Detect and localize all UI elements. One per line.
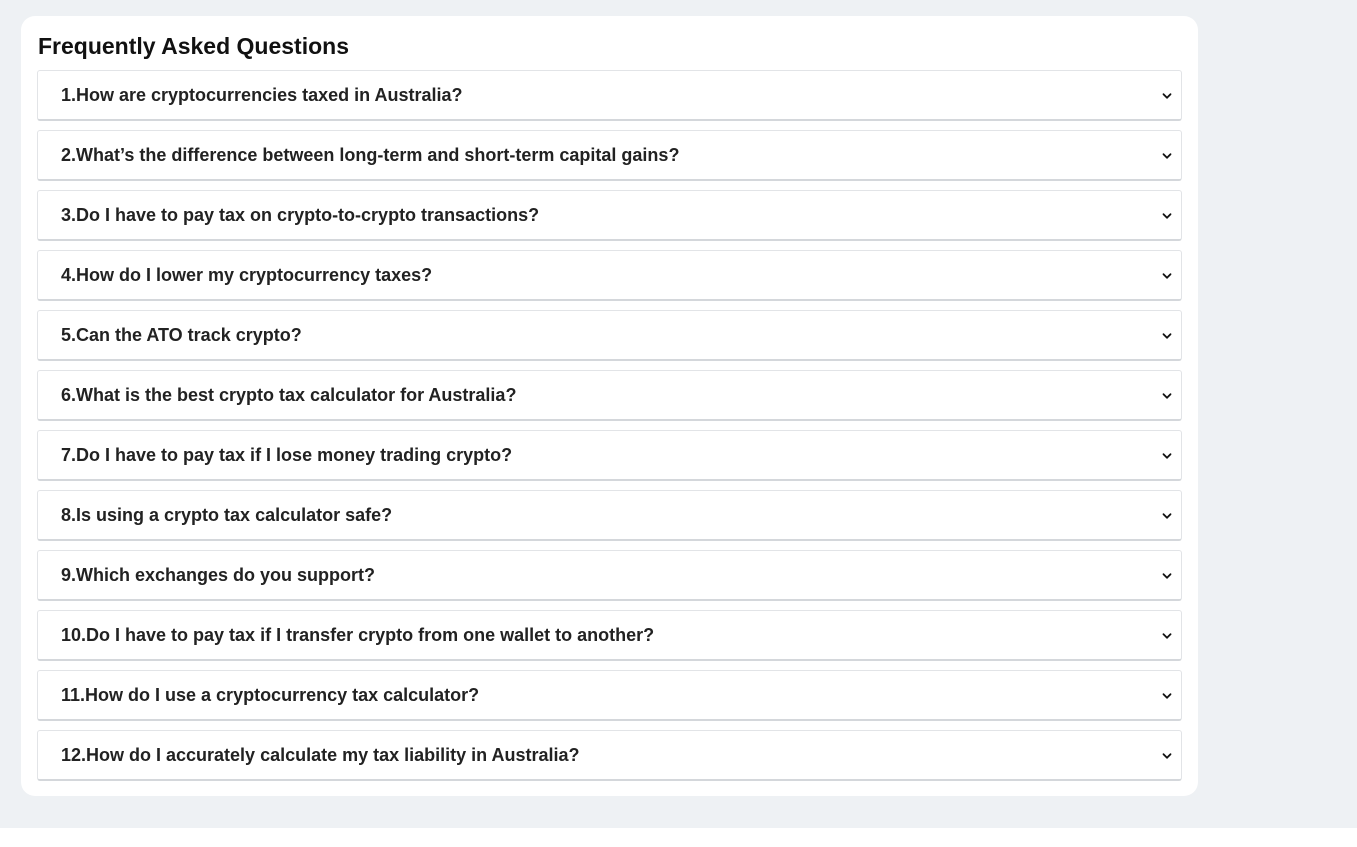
faq-question: 7.Do I have to pay tax if I lose money t… [61, 445, 513, 465]
faq-question: 8.Is using a crypto tax calculator safe? [61, 505, 393, 525]
faq-section: Frequently Asked Questions 1.How are cry… [21, 16, 1198, 796]
faq-item-12[interactable]: 12.How do I accurately calculate my tax … [37, 730, 1182, 781]
chevron-down-icon[interactable] [1162, 271, 1172, 281]
faq-item-11[interactable]: 11.How do I use a cryptocurrency tax cal… [37, 670, 1182, 721]
chevron-down-icon[interactable] [1162, 751, 1172, 761]
faq-question: 4.How do I lower my cryptocurrency taxes… [61, 265, 433, 285]
faq-item-8[interactable]: 8.Is using a crypto tax calculator safe? [37, 490, 1182, 541]
faq-question: 2.What’s the difference between long-ter… [61, 145, 680, 165]
chevron-down-icon[interactable] [1162, 331, 1172, 341]
chevron-down-icon[interactable] [1162, 391, 1172, 401]
chevron-down-icon[interactable] [1162, 151, 1172, 161]
faq-item-5[interactable]: 5.Can the ATO track crypto? [37, 310, 1182, 361]
chevron-down-icon[interactable] [1162, 511, 1172, 521]
faq-question: 12.How do I accurately calculate my tax … [61, 745, 580, 765]
chevron-down-icon[interactable] [1162, 691, 1172, 701]
chevron-down-icon[interactable] [1162, 571, 1172, 581]
faq-question: 10.Do I have to pay tax if I transfer cr… [61, 625, 655, 645]
chevron-down-icon[interactable] [1162, 451, 1172, 461]
chevron-down-icon[interactable] [1162, 211, 1172, 221]
faq-item-3[interactable]: 3.Do I have to pay tax on crypto-to-cryp… [37, 190, 1182, 241]
faq-question: 9.Which exchanges do you support? [61, 565, 376, 585]
faq-question: 1.How are cryptocurrencies taxed in Aust… [61, 85, 463, 105]
faq-question: 3.Do I have to pay tax on crypto-to-cryp… [61, 205, 540, 225]
faq-item-9[interactable]: 9.Which exchanges do you support? [37, 550, 1182, 601]
faq-item-2[interactable]: 2.What’s the difference between long-ter… [37, 130, 1182, 181]
faq-item-6[interactable]: 6.What is the best crypto tax calculator… [37, 370, 1182, 421]
chevron-down-icon[interactable] [1162, 631, 1172, 641]
faq-title: Frequently Asked Questions [38, 33, 349, 59]
faq-question: 5.Can the ATO track crypto? [61, 325, 302, 345]
faq-question: 6.What is the best crypto tax calculator… [61, 385, 517, 405]
faq-list: 1.How are cryptocurrencies taxed in Aust… [37, 70, 1182, 790]
faq-item-7[interactable]: 7.Do I have to pay tax if I lose money t… [37, 430, 1182, 481]
chevron-down-icon[interactable] [1162, 91, 1172, 101]
faq-item-10[interactable]: 10.Do I have to pay tax if I transfer cr… [37, 610, 1182, 661]
faq-question: 11.How do I use a cryptocurrency tax cal… [61, 685, 480, 705]
faq-item-1[interactable]: 1.How are cryptocurrencies taxed in Aust… [37, 70, 1182, 121]
faq-item-4[interactable]: 4.How do I lower my cryptocurrency taxes… [37, 250, 1182, 301]
